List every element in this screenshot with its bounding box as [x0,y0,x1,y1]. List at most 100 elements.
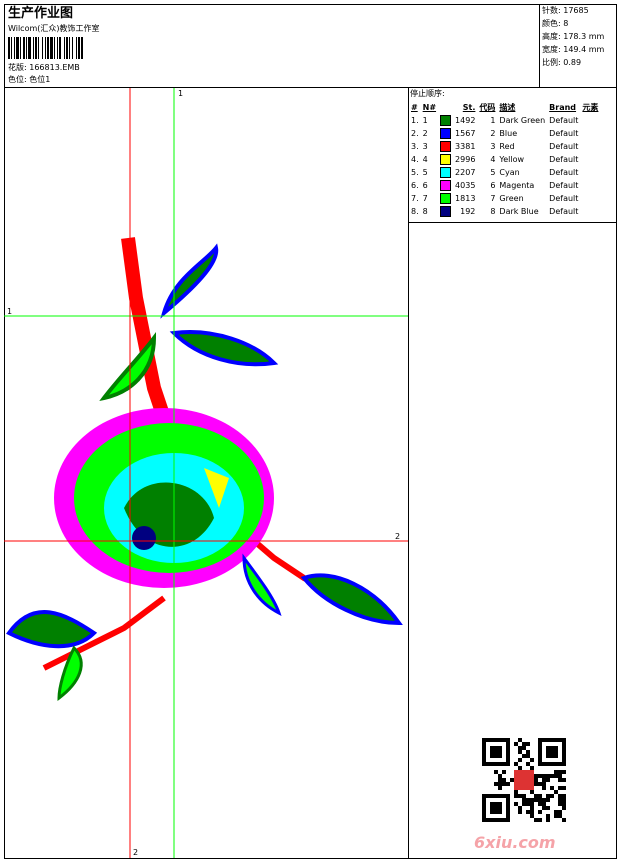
flower-center [132,526,156,550]
row-element [580,205,600,218]
qr-module [518,746,522,750]
qr-module [522,794,526,798]
qr-module [558,794,562,798]
barcode-bar [33,37,34,59]
guide-label-h1: 1 [7,307,12,316]
row-index: 5. [411,168,419,177]
barcode-bar [76,37,77,59]
qr-module [530,810,534,814]
qr-module [518,806,522,810]
qr-module [494,770,498,774]
color-swatch [440,154,452,165]
barcode-bar [38,37,39,59]
row-stitches: 1567 [455,129,476,138]
row-number: 3 [422,142,428,151]
row-code: 7 [490,194,496,203]
qr-module [514,794,518,798]
qr-module [514,802,518,806]
row-swatch [438,205,453,218]
qr-module [530,806,534,810]
barcode-bar [66,37,68,59]
row-code: 6 [490,181,496,190]
row-brand: Default [549,142,579,151]
row-stitches: 1492 [455,116,476,125]
qr-module [546,746,558,758]
colorway-label: 色位: [8,75,27,84]
qr-code [482,738,566,822]
row-swatch [438,127,453,140]
row-desc: Cyan [499,168,520,177]
barcode-bar [64,37,65,59]
guide-label-v2: 2 [133,848,138,857]
color-row: 5. 5 2207 5 Cyan Default [409,166,600,179]
row-element [580,166,600,179]
row-brand: Default [549,207,579,216]
qr-module [546,794,550,798]
row-code: 1 [490,116,496,125]
row-number: 6 [422,181,428,190]
barcode-bar [69,37,70,59]
barcode-bar [11,37,12,59]
qr-module [562,794,566,798]
barcode-bar [47,37,49,59]
barcode-bar [26,37,27,59]
col-code: 代码 [479,103,496,112]
qr-module [518,810,522,814]
qr-module [490,746,502,758]
barcode-bar [28,37,31,59]
row-desc: Dark Blue [499,207,539,216]
qr-module [526,754,530,758]
qr-module [554,774,558,778]
leaf-lower-mid [242,553,282,616]
color-row: 7. 7 1813 7 Green Default [409,192,600,205]
qr-module [498,786,502,790]
qr-module [542,778,546,782]
qr-module [494,782,498,786]
row-stitches: 3381 [455,142,476,151]
qr-module [550,794,554,798]
qr-module [542,798,546,802]
qr-module [558,802,562,806]
qr-module [534,774,538,778]
row-index: 3. [411,142,419,151]
barcode-bar [42,37,43,59]
qr-module [522,746,526,750]
row-element [580,192,600,205]
qr-module [498,782,502,786]
stat-stitches: 针数: 17685 [542,6,589,15]
barcode-bar [54,37,55,59]
qr-module [546,778,550,782]
row-swatch [438,166,453,179]
qr-module [562,802,566,806]
qr-module [562,778,566,782]
row-stitches: 2996 [455,155,476,164]
guide-label-h2: 2 [395,532,400,541]
qr-module [498,778,502,782]
qr-module [546,814,550,818]
qr-module [554,814,558,818]
qr-module [534,794,538,798]
qr-module [562,806,566,810]
stop-sequence-title: 停止顺序: [410,89,445,98]
qr-module [550,786,554,790]
row-brand: Default [549,168,579,177]
row-swatch [438,153,453,166]
row-element [580,153,600,166]
qr-module [550,774,554,778]
barcode-bar [59,37,61,59]
stem-upper [121,237,171,421]
qr-module [526,802,530,806]
leaf-lower-right [300,573,403,626]
barcode-bar [45,37,46,59]
row-desc: Yellow [499,155,525,164]
qr-module [530,798,534,802]
row-index: 6. [411,181,419,190]
row-index: 7. [411,194,419,203]
qr-module [530,790,534,794]
stat-colors: 颜色: 8 [542,19,569,28]
leaf-top-right [160,243,219,319]
qr-module [534,818,538,822]
col-number: N# [422,103,437,112]
row-stitches: 192 [460,207,476,216]
row-brand: Default [549,129,579,138]
